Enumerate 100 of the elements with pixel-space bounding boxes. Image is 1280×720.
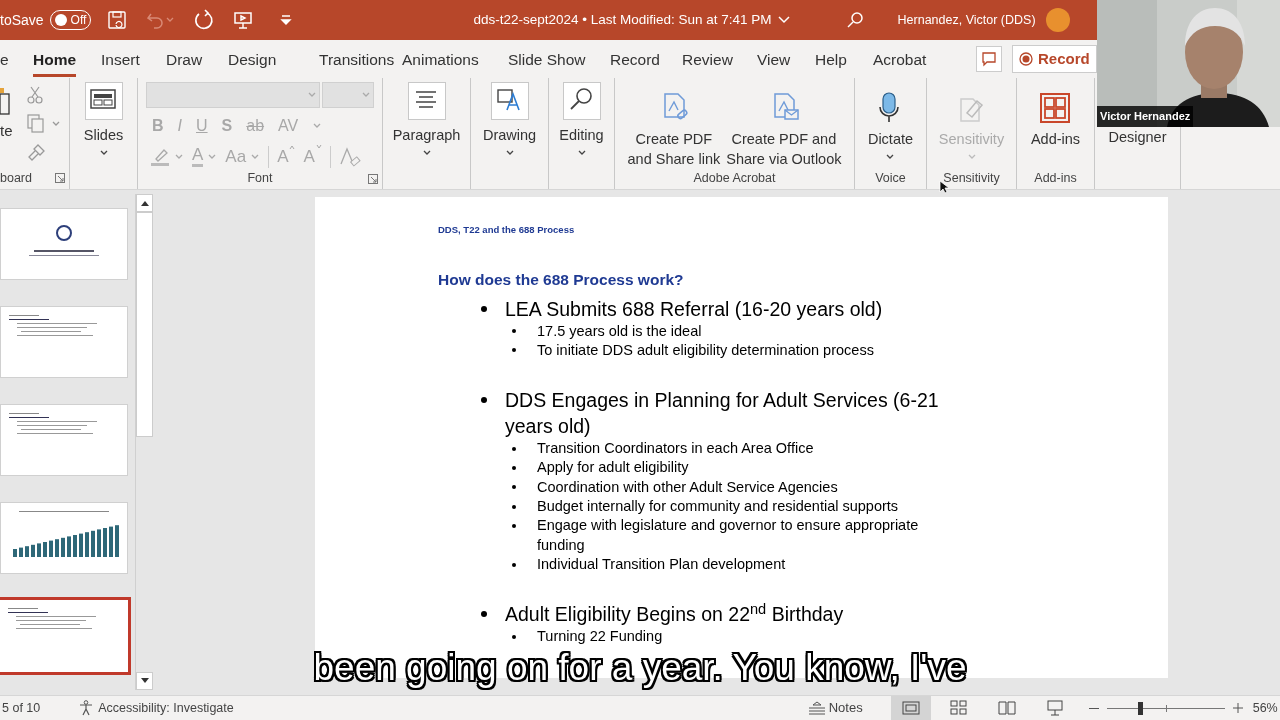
sub-bullet-text: Engage with legislature and governor to ensure appropriate funding (537, 516, 920, 555)
ribbon-tab[interactable]: Draw (166, 48, 203, 78)
ribbon-button[interactable]: Add-ins (1030, 82, 1081, 149)
record-button[interactable]: Record (1012, 45, 1097, 73)
caret-icon (165, 16, 176, 24)
caret-icon (289, 144, 296, 150)
avatar[interactable] (1045, 8, 1070, 32)
document-title[interactable]: dds-t22-sept2024 • Last Modified: Sun at 7:41 PM (473, 9, 790, 31)
scrollbar[interactable] (135, 194, 153, 690)
slide-counter: 5 of 10 (2, 699, 41, 717)
redo-icon[interactable] (193, 9, 216, 31)
paste-icon (0, 86, 10, 116)
zoom-in-button[interactable] (1232, 703, 1243, 713)
sub-bullet-text: Transition Coordinators in each Area Office (537, 439, 815, 459)
save-icon[interactable] (107, 10, 128, 30)
ribbon-button[interactable]: Create PDF and Share link (627, 82, 721, 169)
copy-icon[interactable] (26, 114, 45, 134)
ribbon-button[interactable]: Slides (83, 82, 124, 157)
ribbon-tab[interactable]: Review (682, 48, 733, 78)
slide-thumbnail[interactable] (0, 208, 128, 280)
launcher-icon[interactable] (368, 173, 378, 184)
ribbon-tab[interactable]: Acrobat (873, 48, 927, 78)
ribbon-tab[interactable]: Record (610, 48, 660, 78)
caret-icon (361, 91, 371, 99)
group-label: Sensitivity (943, 169, 1000, 187)
ribbon-tab[interactable]: Insert (101, 48, 140, 78)
chevron-icon (777, 15, 790, 25)
caret-icon (50, 120, 61, 128)
sub-bullet-text: Individual Transition Plan development (537, 554, 787, 574)
ribbon-tab[interactable]: Animations (402, 48, 479, 78)
ribbon-button[interactable]: Drawing (482, 82, 537, 157)
bullet-icon (481, 611, 487, 618)
group-label: board (0, 169, 32, 187)
scroll-up-icon[interactable] (140, 200, 149, 206)
normal-view-icon (901, 700, 920, 716)
zoom-slider-thumb[interactable] (1137, 701, 1143, 715)
bullet-icon (512, 634, 516, 639)
ribbon-tab[interactable]: Slide Show (508, 48, 586, 78)
bullet-icon (512, 348, 516, 353)
ribbon-button[interactable]: Designer (1108, 127, 1167, 147)
ribbon-tab[interactable]: e (0, 48, 9, 78)
bullet-icon (512, 523, 516, 528)
slide-title: How does the 688 Process work? (438, 270, 685, 291)
bullet-text: DDS Engages in Planning for Adult Services (6-21 years old) (505, 388, 940, 440)
ribbon-tab[interactable]: Transitions (319, 48, 395, 78)
caret-icon (250, 152, 261, 161)
customize-icon[interactable] (279, 13, 294, 27)
clear-format-icon[interactable] (338, 145, 361, 168)
show-view-icon (1045, 700, 1064, 716)
bullet-icon (512, 504, 516, 509)
search-icon[interactable] (845, 11, 864, 29)
notes-icon (807, 701, 826, 715)
group-label: Font (247, 170, 273, 188)
zoom-percent[interactable]: 56% (1252, 698, 1278, 718)
sorter-view-icon (949, 700, 968, 716)
comments-button[interactable] (976, 46, 1002, 72)
record-icon (1019, 52, 1033, 66)
group-label: Voice (875, 169, 906, 187)
slide-thumbnail[interactable] (0, 600, 128, 672)
paste-label[interactable]: te (0, 120, 13, 143)
ribbon-button[interactable]: Editing (559, 82, 604, 157)
sub-bullet-text: Coordination with other Adult Service Agencies (537, 477, 839, 497)
slide-thumbnail[interactable] (0, 502, 128, 574)
cut-icon[interactable] (26, 86, 43, 104)
participant-name: Victor Hernandez (1097, 106, 1194, 127)
zoom-slider[interactable] (1106, 701, 1225, 715)
caret-icon (307, 91, 317, 99)
ribbon-tab[interactable]: Design (228, 48, 277, 78)
bullet-text: LEA Submits 688 Referral (16-20 years old) (505, 296, 884, 322)
notes-button[interactable]: Notes (807, 698, 863, 718)
presenter-icon[interactable] (233, 10, 254, 30)
view-button[interactable] (890, 695, 931, 720)
ribbon-button[interactable]: Create PDF and Share via Outlook (726, 82, 842, 169)
ribbon-tab[interactable]: View (757, 48, 791, 78)
caret-icon (174, 152, 184, 161)
autosave-label: toSave (0, 10, 44, 30)
bullet-text: Adult Eligibility Begins on 22$^{nd}$ Birthday (505, 601, 845, 628)
bullet-icon (512, 562, 516, 567)
slide-thumbnail[interactable] (0, 404, 128, 476)
launcher-icon[interactable] (55, 173, 65, 183)
ribbon-button[interactable]: Paragraph (392, 82, 461, 157)
reading-view-icon (997, 700, 1016, 716)
sub-bullet-text: Turning 22 Funding (537, 627, 664, 647)
caret-icon (312, 122, 323, 130)
group-label: Adobe Acrobat (693, 169, 776, 187)
ribbon-tab[interactable]: Help (815, 48, 847, 78)
user-name[interactable]: Hernandez, Victor (DDS) (897, 10, 1036, 30)
font-name-field[interactable] (146, 82, 320, 108)
slide-thumbnail[interactable] (0, 306, 128, 378)
caret-icon (207, 152, 218, 161)
bullet-icon (481, 397, 487, 404)
bullet-icon (512, 446, 516, 451)
group-label: Add-ins (1034, 169, 1077, 187)
sub-bullet-text: Apply for adult eligibility (537, 458, 690, 478)
ribbon-button[interactable]: Dictate (867, 82, 914, 161)
scroll-down-icon[interactable] (140, 678, 149, 684)
accessibility-button[interactable]: Accessibility: Investigate (78, 698, 234, 718)
font-size-field[interactable] (322, 82, 374, 108)
accessibility-icon (78, 700, 95, 716)
brush-icon[interactable] (26, 144, 45, 162)
